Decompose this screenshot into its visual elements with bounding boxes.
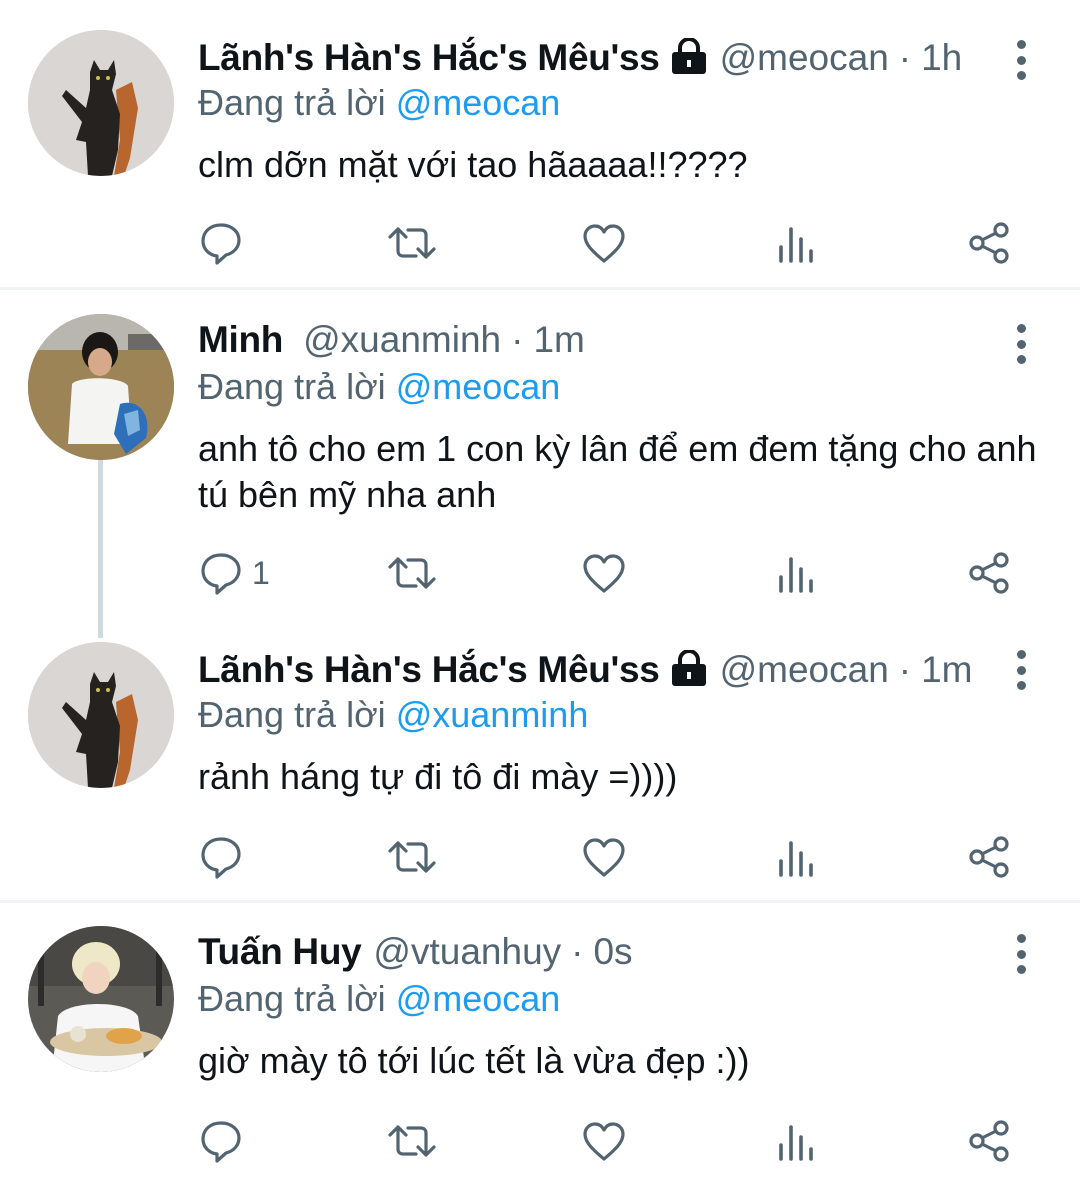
like-icon [582,1121,626,1161]
handle[interactable]: @vtuanhuy [373,931,561,973]
lock-icon [670,648,708,695]
timestamp[interactable]: 1m [921,649,972,691]
avatar[interactable] [28,314,174,460]
separator-dot: · [571,931,584,972]
tweet-header: Tuấn Huy @vtuanhuy · 0s [198,922,633,982]
share-icon [968,1120,1010,1162]
action-bar [0,1116,1080,1166]
display-name[interactable]: Minh [198,319,283,361]
reply-icon [200,1119,242,1163]
replying-prefix: Đang trả lời [198,694,386,735]
reply-button[interactable] [200,832,242,882]
replying-to: Đang trả lời @meocan [198,82,560,124]
tweet-text: giờ mày tô tới lúc tết là vừa đẹp :)) [198,1040,750,1081]
replying-to: Đang trả lời @xuanminh [198,694,588,736]
like-icon [582,553,626,593]
reply-button[interactable] [200,218,242,268]
divider [0,287,1080,290]
lock-icon [670,36,708,83]
views-button[interactable] [778,218,814,268]
more-icon[interactable] [1004,324,1038,364]
mention-link[interactable]: @meocan [396,978,561,1019]
retweet-button[interactable] [388,548,436,598]
retweet-button[interactable] [388,1116,436,1166]
tweet-text: rảnh háng tự đi tô đi mày =)))) [198,756,678,797]
reply-icon [200,221,242,265]
handle[interactable]: @meocan [720,649,889,691]
share-icon [968,552,1010,594]
replying-prefix: Đang trả lời [198,82,386,123]
avatar[interactable] [28,30,174,176]
reply-button[interactable]: 1 [200,548,270,598]
like-button[interactable] [582,832,626,882]
display-name[interactable]: Tuấn Huy [198,931,362,973]
retweet-button[interactable] [388,832,436,882]
action-bar [0,832,1080,882]
like-icon [582,837,626,877]
like-button[interactable] [582,1116,626,1166]
handle[interactable]: @meocan [720,37,889,79]
avatar[interactable] [28,926,174,1072]
reply-icon [200,835,242,879]
mention-link[interactable]: @meocan [396,82,561,123]
replying-to: Đang trả lời @meocan [198,978,560,1020]
replying-to: Đang trả lời @meocan [198,366,560,408]
share-button[interactable] [968,832,1010,882]
like-button[interactable] [582,218,626,268]
reply-button[interactable] [200,1116,242,1166]
views-icon [778,223,814,263]
display-name[interactable]: Lãnh's Hàn's Hắc's Mêu'ss [198,649,660,691]
reply-icon [200,551,242,595]
retweet-icon [388,553,436,593]
mention-link[interactable]: @meocan [396,366,561,407]
like-icon [582,223,626,263]
share-icon [968,836,1010,878]
views-icon [778,837,814,877]
action-bar: 1 [0,548,1080,598]
tweet-header: Minh @xuanminh · 1m [198,310,585,370]
views-button[interactable] [778,832,814,882]
views-button[interactable] [778,548,814,598]
share-button[interactable] [968,548,1010,598]
more-icon[interactable] [1004,650,1038,690]
reply-count: 1 [252,554,270,591]
action-bar [0,218,1080,268]
divider [0,900,1080,903]
more-icon[interactable] [1004,934,1038,974]
display-name[interactable]: Lãnh's Hàn's Hắc's Mêu'ss [198,37,660,79]
retweet-icon [388,223,436,263]
replying-prefix: Đang trả lời [198,978,386,1019]
handle[interactable]: @xuanminh [303,319,501,361]
separator-dot: · [898,649,912,690]
timestamp[interactable]: 1m [533,319,584,361]
views-button[interactable] [778,1116,814,1166]
views-icon [778,553,814,593]
separator-dot: · [511,319,524,360]
timestamp[interactable]: 1h [921,37,962,79]
retweet-button[interactable] [388,218,436,268]
retweet-icon [388,837,436,877]
tweet-text: clm dỡn mặt với tao hãaaaa!!???? [198,144,748,185]
separator-dot: · [898,37,912,78]
replying-prefix: Đang trả lời [198,366,386,407]
share-button[interactable] [968,218,1010,268]
avatar[interactable] [28,642,174,788]
views-icon [778,1121,814,1161]
retweet-icon [388,1121,436,1161]
mention-link[interactable]: @xuanminh [396,694,589,735]
tweet-header: Lãnh's Hàn's Hắc's Mêu'ss @meocan · 1m [198,640,973,700]
tweet-text: anh tô cho em 1 con kỳ lân để em đem tặn… [198,428,1037,515]
timestamp[interactable]: 0s [593,931,632,973]
more-icon[interactable] [1004,40,1038,80]
tweet-header: Lãnh's Hàn's Hắc's Mêu'ss @meocan · 1h [198,28,962,88]
like-button[interactable] [582,548,626,598]
share-icon [968,222,1010,264]
share-button[interactable] [968,1116,1010,1166]
